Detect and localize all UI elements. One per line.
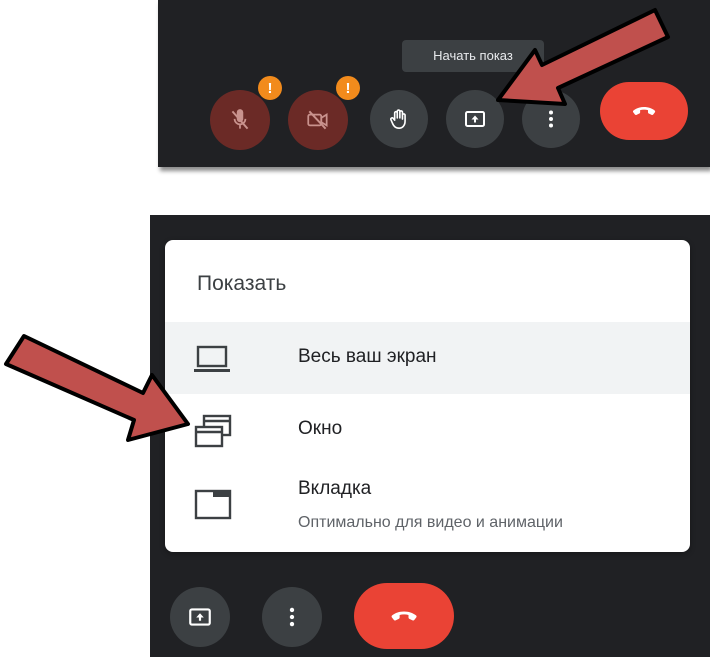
raise-hand-icon <box>390 109 406 130</box>
window-icon <box>194 414 232 448</box>
present-now-button[interactable] <box>446 90 504 148</box>
more-options-button[interactable] <box>522 90 580 148</box>
menu-item-label: Вкладка <box>298 478 372 499</box>
mic-warning-badge: ! <box>258 76 282 100</box>
camera-warning-badge: ! <box>336 76 360 100</box>
menu-title: Показать <box>197 272 287 295</box>
microphone-off-icon <box>231 109 249 130</box>
more-options-button[interactable] <box>262 587 322 647</box>
camera-off-button[interactable] <box>288 90 348 150</box>
menu-item-sublabel: Оптимально для видео и анимации <box>298 514 563 531</box>
laptop-icon <box>194 345 230 372</box>
present-tooltip: Начать показ <box>402 40 544 72</box>
menu-item-window[interactable]: Окно <box>165 394 690 466</box>
menu-item-label: Весь ваш экран <box>298 346 437 367</box>
menu-item-entire-screen[interactable]: Весь ваш экран <box>165 322 690 394</box>
leave-call-button[interactable] <box>354 583 454 649</box>
microphone-off-button[interactable] <box>210 90 270 150</box>
more-vert-icon <box>289 607 295 627</box>
menu-item-tab[interactable]: Вкладка Оптимально для видео и анимации <box>165 466 690 552</box>
raise-hand-button[interactable] <box>370 90 428 148</box>
present-menu: Показать Весь ваш экран Окно Вкладка Опт… <box>165 240 690 552</box>
leave-call-button[interactable] <box>600 82 688 140</box>
camera-off-icon <box>307 110 328 130</box>
present-now-button[interactable] <box>170 587 230 647</box>
more-vert-icon <box>549 110 553 128</box>
menu-item-label: Окно <box>298 418 343 439</box>
present-screen-icon <box>465 111 485 127</box>
tab-icon <box>194 489 232 520</box>
hang-up-icon <box>632 107 656 115</box>
hang-up-icon <box>391 611 417 621</box>
present-screen-icon <box>189 608 211 626</box>
